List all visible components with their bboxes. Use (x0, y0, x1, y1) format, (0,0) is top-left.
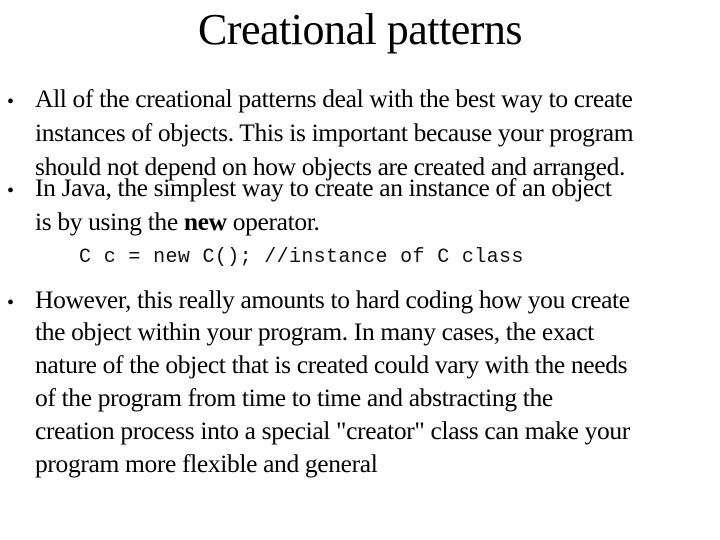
bullet-text-line: However, this really amounts to hard cod… (35, 285, 630, 314)
bullet-text-line: In Java, the simplest way to create an i… (35, 173, 612, 202)
bullet-text-line: of the program from time to time and abs… (35, 383, 553, 412)
bullet-text-line: All of the creational patterns deal with… (35, 84, 633, 113)
bullet-text-line: creation process into a special "creator… (35, 416, 630, 445)
code-example: C c = new C(); //instance of C class (79, 246, 524, 269)
bullet-text-line: instances of objects. This is important … (35, 118, 634, 147)
bullet-text-line: program more flexible and general (35, 449, 378, 478)
bullet-icon: • (7, 91, 15, 113)
bullet-text-line: is by using the new operator. (35, 205, 320, 239)
slide-title: Creational patterns (197, 5, 523, 54)
bullet-icon: • (7, 180, 15, 202)
text-segment: is by using the (35, 207, 184, 236)
bullet-text-line: the object within your program. In many … (35, 317, 594, 346)
new-keyword: new (183, 207, 227, 236)
bullet-text-line: nature of the object that is created cou… (35, 350, 628, 379)
text-segment: operator. (226, 207, 320, 236)
bullet-icon: • (7, 292, 15, 314)
